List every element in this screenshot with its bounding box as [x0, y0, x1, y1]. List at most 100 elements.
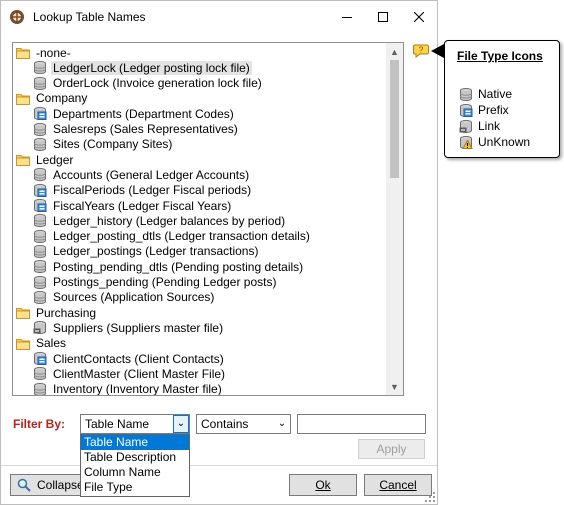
legend-title: File Type Icons — [457, 49, 543, 63]
tree-scrollbar[interactable]: ▲ ▼ — [386, 43, 403, 395]
tree-item-label: ClientMaster (Client Master File) — [53, 366, 226, 381]
collapse-button[interactable]: Collapse — [10, 474, 86, 496]
filter-field-dropdown[interactable]: Table Name Table Description Column Name Fi… — [80, 434, 190, 497]
tree-item[interactable]: Accounts (General Ledger Accounts) — [33, 167, 251, 182]
scrollbar-thumb[interactable] — [390, 60, 399, 178]
tree-item-label: Sources (Application Sources) — [53, 290, 215, 305]
tree-item-label: Postings_pending (Pending Ledger posts) — [53, 275, 277, 289]
tree-item-label: FiscalPeriods (Ledger Fiscal periods) — [53, 183, 252, 198]
file-type-legend: File Type Icons Native Prefix Link UnKnown — [444, 40, 560, 158]
native-table-icon — [33, 245, 47, 258]
tree-item-label: Ledger_posting_dtls (Ledger transaction … — [53, 229, 310, 244]
filter-by-label: Filter By: — [13, 417, 66, 431]
prefix-table-icon — [33, 107, 47, 120]
tree-item-label: Accounts (General Ledger Accounts) — [53, 167, 250, 182]
native-table-icon — [33, 61, 47, 74]
unknown-table-icon — [459, 136, 473, 149]
tree-item-label: LedgerLock (Ledger posting lock file) — [51, 60, 252, 75]
tree-item[interactable]: Posting_pending_dtls (Pending posting de… — [33, 259, 305, 274]
scroll-down-icon[interactable]: ▼ — [386, 378, 403, 395]
native-table-icon — [459, 88, 473, 101]
dropdown-option[interactable]: Column Name — [81, 465, 189, 480]
legend-item-label: UnKnown — [478, 135, 531, 149]
tree-item-label: Posting_pending_dtls (Pending posting de… — [53, 259, 304, 274]
tree-item-label: Departments (Department Codes) — [53, 106, 234, 121]
filter-field-select[interactable]: Table Name ⌄ — [80, 414, 190, 434]
chevron-down-icon[interactable]: ⌄ — [274, 415, 290, 433]
legend-item-label: Native — [478, 87, 513, 101]
window-title: Lookup Table Names — [33, 10, 146, 24]
filter-text-input[interactable] — [297, 414, 426, 434]
minimize-icon[interactable] — [329, 1, 365, 33]
title-bar[interactable]: Lookup Table Names — [1, 1, 437, 33]
folder-icon — [16, 337, 30, 350]
legend-item-label: Prefix — [478, 103, 509, 117]
native-table-icon — [33, 260, 47, 273]
apply-button[interactable]: Apply — [358, 439, 425, 459]
chevron-down-icon[interactable]: ⌄ — [173, 415, 189, 433]
tree-item[interactable]: Ledger_postings (Ledger transactions) — [33, 244, 260, 259]
cancel-label: Cancel — [379, 478, 417, 492]
app-icon — [10, 10, 24, 24]
tree-item[interactable]: ClientMaster (Client Master File) — [33, 366, 227, 381]
native-table-icon — [33, 230, 47, 243]
tree-folder[interactable]: Company — [16, 91, 89, 106]
tree-item[interactable]: LedgerLock (Ledger posting lock file) — [33, 60, 252, 75]
folder-icon — [16, 306, 30, 319]
tree-item[interactable]: Suppliers (Suppliers master file) — [33, 320, 225, 335]
tree-folder[interactable]: Sales — [16, 336, 68, 351]
native-table-icon — [33, 291, 47, 304]
prefix-table-icon — [33, 184, 47, 197]
tree-folder[interactable]: Purchasing — [16, 305, 98, 320]
cancel-button[interactable]: Cancel — [364, 474, 432, 496]
folder-icon — [16, 92, 30, 105]
tree-item[interactable]: ClientContacts (Client Contacts) — [33, 351, 226, 366]
tree-item[interactable]: Salesreps (Sales Representatives) — [33, 122, 240, 137]
tree-item[interactable]: FiscalPeriods (Ledger Fiscal periods) — [33, 183, 253, 198]
dropdown-option[interactable]: Table Name — [81, 435, 189, 450]
help-icon[interactable]: ? — [413, 44, 429, 58]
tree-item[interactable]: OrderLock (Invoice generation lock file) — [33, 76, 264, 91]
tree-folder[interactable]: -none- — [16, 45, 73, 60]
maximize-icon[interactable] — [365, 1, 401, 33]
collapse-label: Collapse — [37, 478, 84, 492]
tree-item[interactable]: Postings_pending (Pending Ledger posts) — [33, 275, 279, 290]
dropdown-option[interactable]: Table Description — [81, 450, 189, 465]
magnifier-icon — [17, 478, 31, 492]
ok-label: Ok — [315, 478, 331, 492]
native-table-icon — [33, 168, 47, 181]
tree-item-label: Sites (Company Sites) — [53, 137, 173, 152]
prefix-table-icon — [459, 104, 473, 117]
close-icon[interactable] — [401, 1, 437, 33]
prefix-table-icon — [33, 352, 47, 365]
native-table-icon — [33, 138, 47, 151]
tree-folder[interactable]: Ledger — [16, 152, 75, 167]
filter-operator-select[interactable]: Contains ⌄ — [196, 414, 291, 434]
native-table-icon — [33, 367, 47, 380]
filter-field-value: Table Name — [85, 417, 150, 431]
tree-item[interactable]: Sites (Company Sites) — [33, 137, 174, 152]
tree-item[interactable]: Ledger_history (Ledger balances by perio… — [33, 213, 287, 228]
ok-button[interactable]: Ok — [289, 474, 357, 496]
svg-text:?: ? — [419, 46, 424, 55]
resize-grip-icon[interactable] — [425, 492, 437, 504]
tree-item[interactable]: FiscalYears (Ledger Fiscal Years) — [33, 198, 233, 213]
tree-item[interactable]: Inventory (Inventory Master file) — [33, 382, 224, 395]
table-tree[interactable]: -none- LedgerLock (Ledger posting lock fi… — [12, 42, 404, 396]
tree-item-label: OrderLock (Invoice generation lock file) — [53, 76, 262, 91]
tree-item[interactable]: Ledger_posting_dtls (Ledger transaction … — [33, 229, 312, 244]
native-table-icon — [33, 276, 47, 289]
tree-item-label: ClientContacts (Client Contacts) — [53, 351, 224, 366]
lookup-dialog: Lookup Table Names -none- LedgerLock (Led… — [0, 0, 438, 505]
tree-item-label: Company — [36, 91, 88, 106]
tree-item[interactable]: Sources (Application Sources) — [33, 290, 216, 305]
filter-operator-value: Contains — [201, 417, 249, 431]
scroll-up-icon[interactable]: ▲ — [386, 43, 403, 60]
tree-item[interactable]: Departments (Department Codes) — [33, 106, 236, 121]
dropdown-option[interactable]: File Type — [81, 480, 189, 495]
tree-item-label: FiscalYears (Ledger Fiscal Years) — [53, 198, 232, 213]
tree-item-label: Sales — [36, 336, 67, 351]
legend-item: Native — [459, 87, 512, 101]
link-table-icon — [459, 120, 473, 133]
legend-item: Link — [459, 119, 500, 133]
